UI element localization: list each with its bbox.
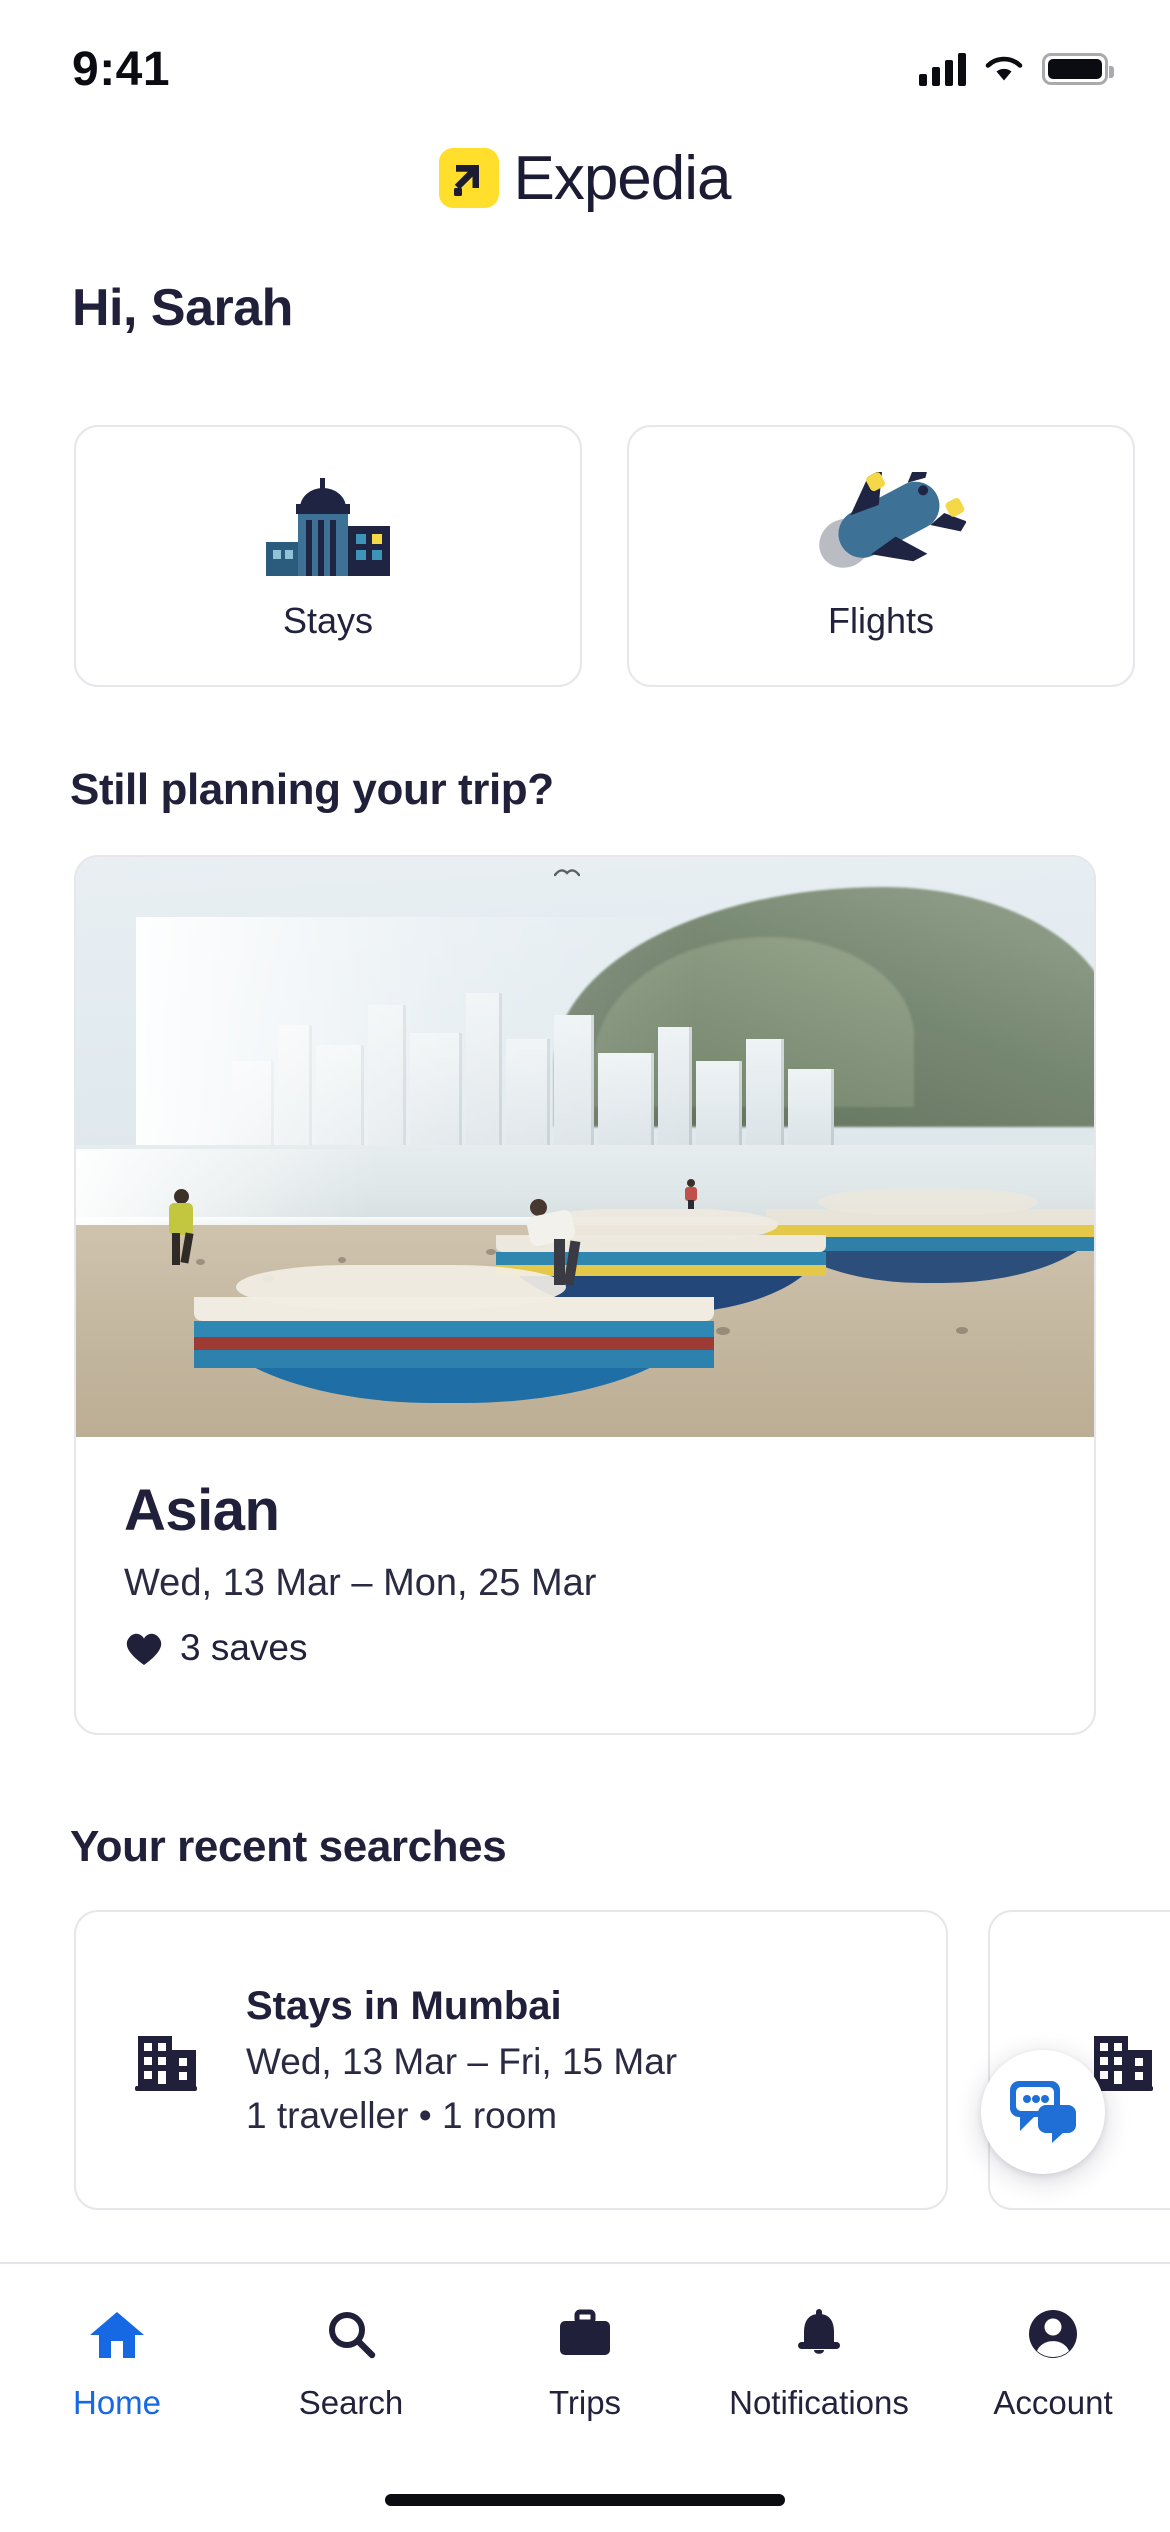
recent-searches-section-title: Your recent searches bbox=[70, 1822, 507, 1871]
battery-icon bbox=[1042, 53, 1114, 85]
recent-search-details: 1 traveller • 1 room bbox=[246, 2094, 558, 2136]
trip-saves: 3 saves bbox=[124, 1627, 1046, 1669]
search-icon bbox=[322, 2306, 380, 2364]
status-bar-indicators bbox=[919, 52, 1114, 86]
home-icon bbox=[88, 2306, 146, 2364]
nav-item-notifications[interactable]: Notifications bbox=[702, 2264, 936, 2464]
airplane-icon bbox=[796, 470, 966, 578]
trip-saves-text: 3 saves bbox=[180, 1627, 308, 1668]
briefcase-icon bbox=[556, 2306, 614, 2364]
cityscape-buildings-icon bbox=[248, 470, 408, 578]
recent-search-card[interactable]: Stays in Mumbai Wed, 13 Mar – Fri, 15 Ma… bbox=[74, 1910, 948, 2210]
trip-photo bbox=[76, 857, 1094, 1437]
quick-action-tiles: Stays Flights bbox=[74, 425, 1135, 687]
person-distant bbox=[684, 1179, 698, 1209]
recent-search-title: Stays in Mumbai bbox=[246, 1983, 562, 2028]
chat-fab-button[interactable] bbox=[981, 2050, 1105, 2174]
home-indicator bbox=[385, 2494, 785, 2506]
bird-icon bbox=[553, 865, 581, 877]
nav-item-account[interactable]: Account bbox=[936, 2264, 1170, 2464]
bottom-navigation: Home Search Trips Notifications Account bbox=[0, 2262, 1170, 2532]
trip-card[interactable]: Asian Wed, 13 Mar – Mon, 25 Mar 3 saves bbox=[74, 855, 1096, 1735]
greeting-text: Hi, Sarah bbox=[72, 279, 293, 337]
app-screen: 9:41 Expedia Hi, Sarah Stays Flights Sti… bbox=[0, 0, 1170, 2532]
trip-name: Asian bbox=[124, 1478, 280, 1543]
person-bending bbox=[525, 1195, 584, 1287]
brand-name: Expedia bbox=[513, 143, 731, 213]
nav-item-label: Account bbox=[993, 2384, 1113, 2421]
heart-filled-icon bbox=[124, 1629, 164, 1667]
wifi-icon bbox=[985, 56, 1023, 81]
trip-dates: Wed, 13 Mar – Mon, 25 Mar bbox=[124, 1562, 597, 1604]
building-stays-icon bbox=[130, 2024, 202, 2096]
boat-near bbox=[194, 1297, 714, 1403]
nav-item-label: Search bbox=[298, 2384, 404, 2421]
person-walking bbox=[164, 1189, 198, 1265]
nav-item-home[interactable]: Home bbox=[0, 2264, 234, 2464]
nav-item-search[interactable]: Search bbox=[234, 2264, 468, 2464]
app-header: Expedia bbox=[0, 128, 1170, 228]
planning-section-title: Still planning your trip? bbox=[70, 765, 554, 814]
status-bar: 9:41 bbox=[0, 0, 1170, 110]
quick-tile-stays[interactable]: Stays bbox=[74, 425, 582, 687]
chat-bubbles-icon bbox=[1008, 2077, 1078, 2148]
bell-icon bbox=[790, 2306, 848, 2364]
nav-item-label: Trips bbox=[548, 2384, 622, 2421]
nav-item-trips[interactable]: Trips bbox=[468, 2264, 702, 2464]
nav-item-label: Home bbox=[72, 2384, 162, 2421]
quick-tile-label: Stays bbox=[282, 600, 374, 641]
quick-tile-flights[interactable]: Flights bbox=[627, 425, 1135, 687]
trip-details: Asian Wed, 13 Mar – Mon, 25 Mar 3 saves bbox=[76, 1437, 1094, 1669]
nav-item-label: Notifications bbox=[729, 2384, 909, 2421]
status-bar-time: 9:41 bbox=[72, 42, 171, 96]
recent-search-dates: Wed, 13 Mar – Fri, 15 Mar bbox=[246, 2040, 678, 2082]
quick-tile-label: Flights bbox=[827, 600, 935, 641]
person-circle-icon bbox=[1024, 2306, 1082, 2364]
signal-bars-icon bbox=[919, 52, 966, 86]
expedia-arrow-logo bbox=[439, 148, 500, 208]
